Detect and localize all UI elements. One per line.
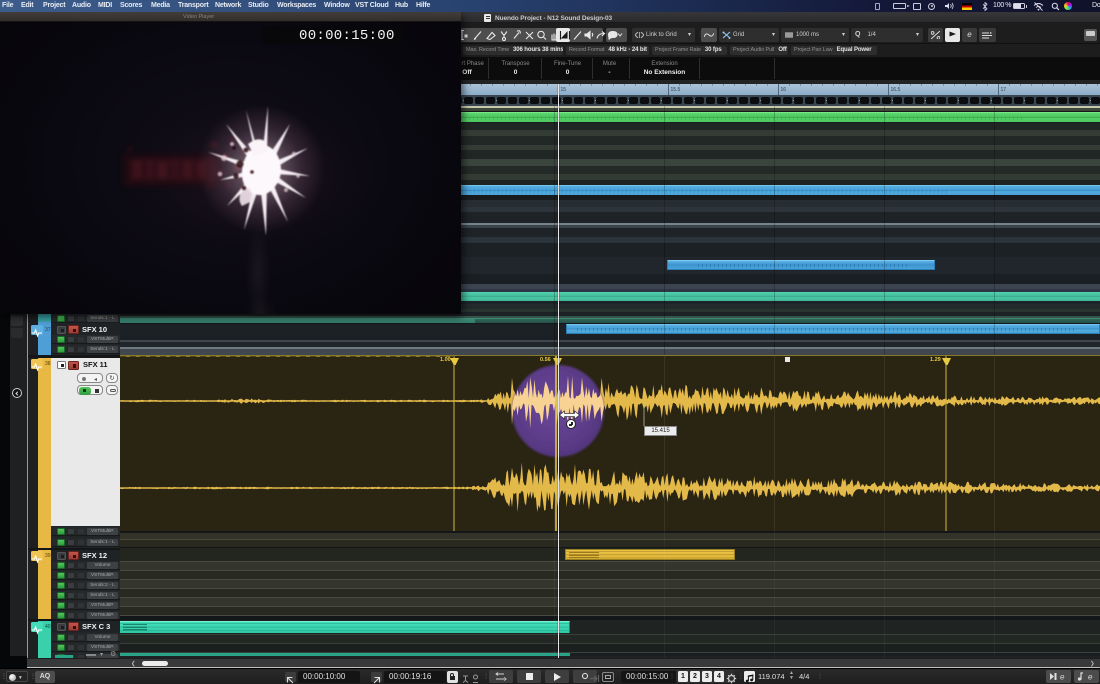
svg-text:e: e (1088, 673, 1093, 682)
svg-text:e: e (1060, 673, 1065, 682)
